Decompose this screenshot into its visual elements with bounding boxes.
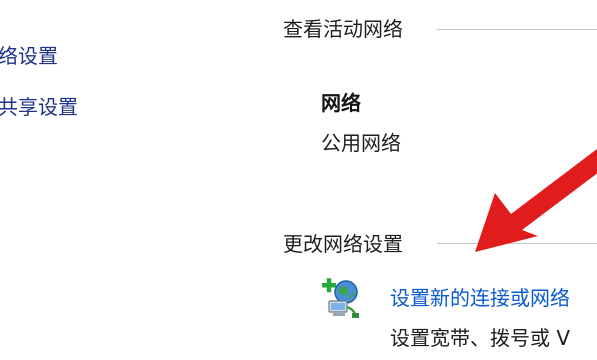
- active-networks-divider: [437, 29, 597, 30]
- setup-new-connection-link[interactable]: 设置新的连接或网络: [390, 282, 570, 311]
- network-type-link[interactable]: 公用网络: [321, 127, 401, 156]
- new-connection-network-icon[interactable]: [319, 276, 363, 320]
- sidebar-item-sharing-settings[interactable]: 共享设置: [0, 91, 78, 120]
- sidebar-item-network-settings[interactable]: 络设置: [0, 40, 58, 69]
- network-name: 网络: [321, 91, 361, 115]
- setup-new-connection-description: 设置宽带、拨号或 V: [390, 326, 571, 350]
- active-networks-header: 查看活动网络: [283, 17, 403, 41]
- change-settings-divider: [437, 243, 597, 244]
- change-settings-header: 更改网络设置: [283, 232, 403, 256]
